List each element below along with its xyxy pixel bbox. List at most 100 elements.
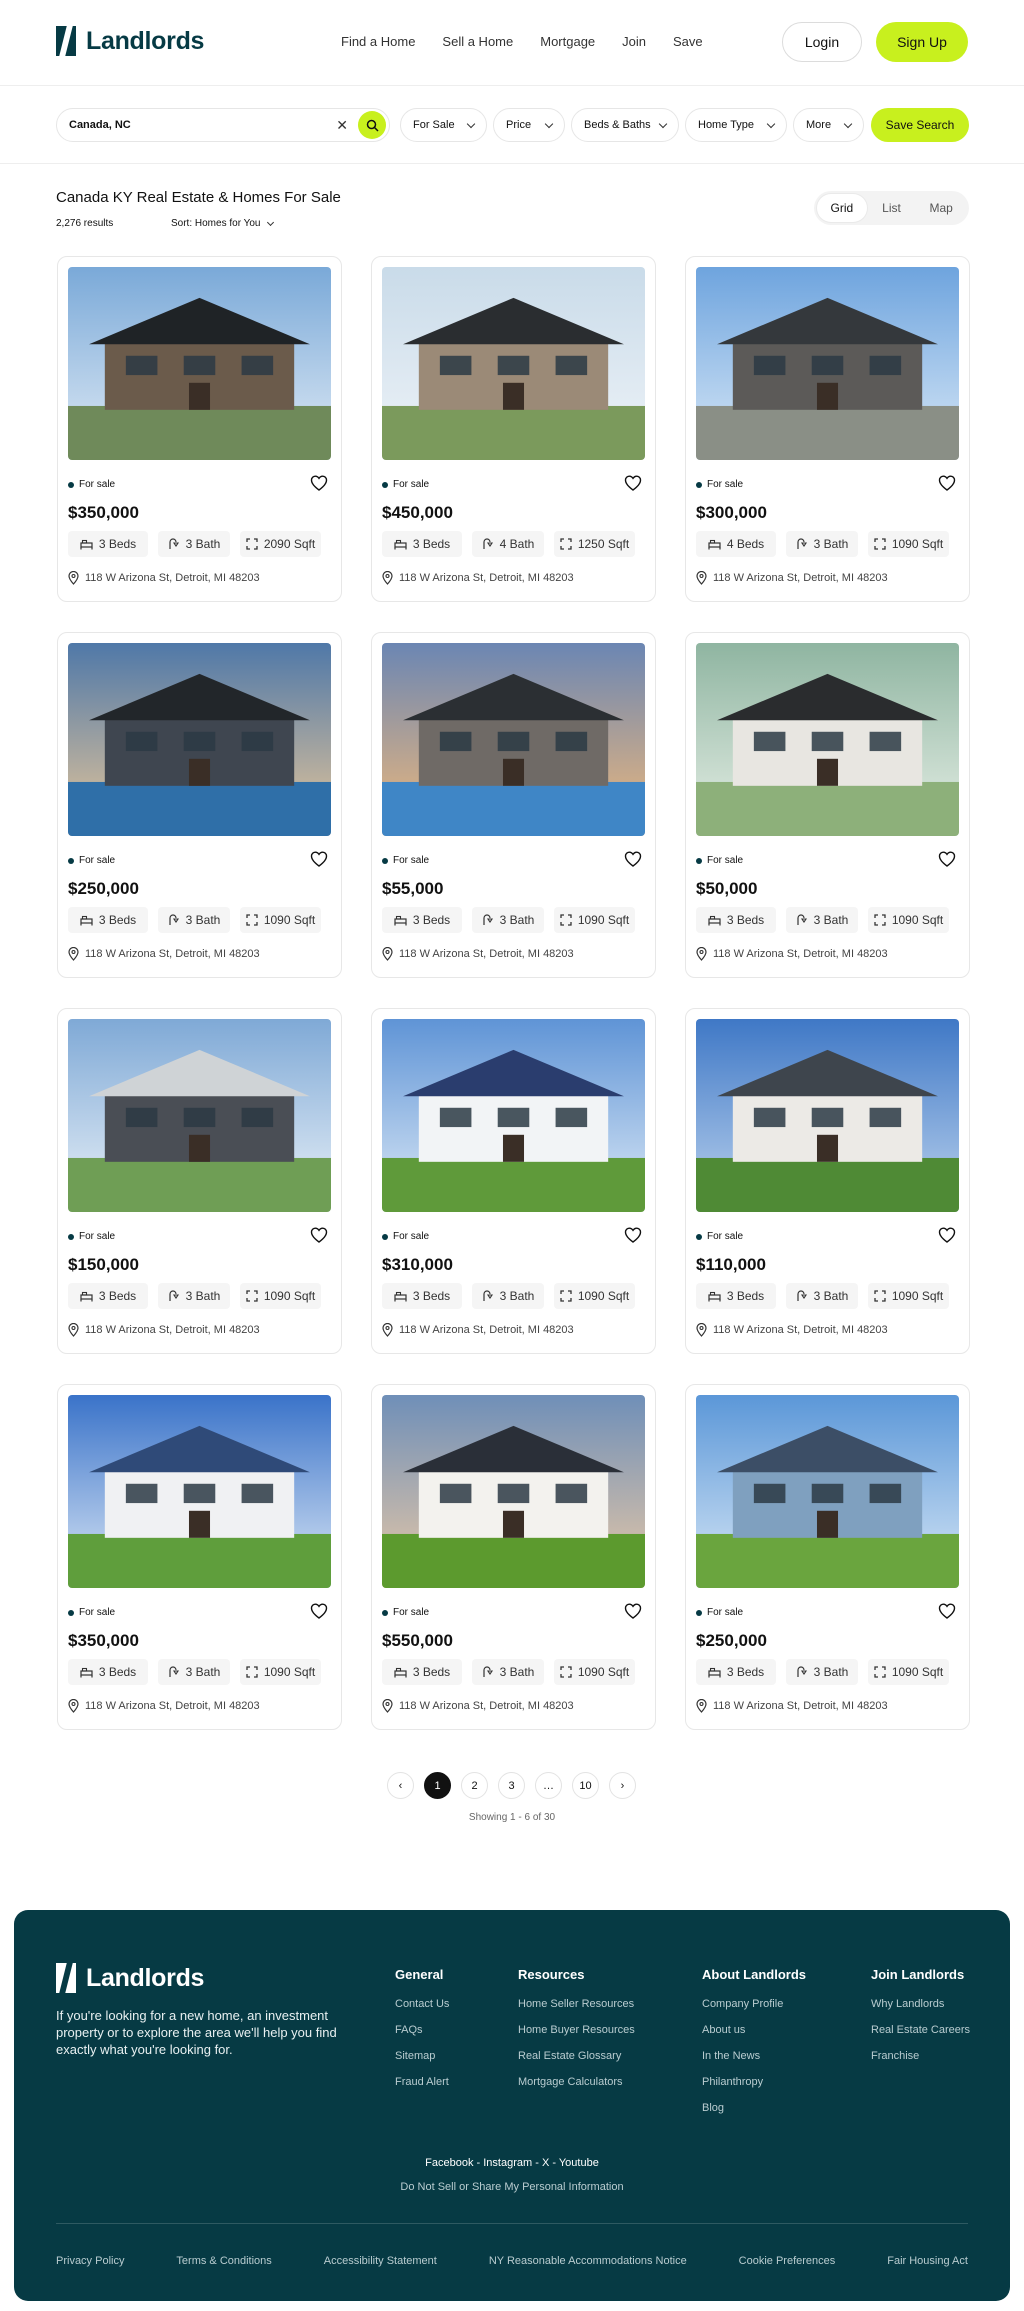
sort-dropdown[interactable]: Sort: Homes for You [171, 218, 274, 229]
listing-card[interactable]: For sale $350,000 3 Beds 3 Bath 2090 Sqft 118… [57, 256, 342, 602]
legal-link-accessibility[interactable]: Accessibility Statement [324, 2255, 437, 2267]
footer-link[interactable]: Home Buyer Resources [518, 2024, 635, 2036]
filter-price[interactable]: Price [493, 108, 565, 142]
footer-link[interactable]: Contact Us [395, 1998, 449, 2010]
listing-card[interactable]: For sale $450,000 3 Beds 4 Bath 1250 Sqft 118… [371, 256, 656, 602]
listing-photo[interactable] [68, 267, 331, 460]
view-list-tab[interactable]: List [867, 194, 917, 222]
listing-photo[interactable] [696, 1395, 959, 1588]
heart-icon[interactable] [623, 1225, 643, 1245]
spec-beds: 3 Beds [382, 1659, 462, 1685]
legal-link-fair-housing[interactable]: Fair Housing Act [887, 2255, 968, 2267]
listing-photo[interactable] [382, 1395, 645, 1588]
listing-photo[interactable] [382, 643, 645, 836]
footer-link[interactable]: Sitemap [395, 2050, 449, 2062]
footer-do-not-sell-link[interactable]: Do Not Sell or Share My Personal Informa… [14, 2181, 1010, 2193]
status-badge: For sale [68, 479, 115, 490]
heart-icon[interactable] [623, 1601, 643, 1621]
footer-link[interactable]: FAQs [395, 2024, 449, 2036]
filter-for-sale[interactable]: For Sale [400, 108, 487, 142]
legal-link-terms[interactable]: Terms & Conditions [176, 2255, 271, 2267]
nav-mortgage[interactable]: Mortgage [540, 34, 595, 49]
footer-link[interactable]: Mortgage Calculators [518, 2076, 635, 2088]
page-10-button[interactable]: 10 [572, 1772, 599, 1799]
footer-social-links[interactable]: Facebook - Instagram - X - Youtube [14, 2157, 1010, 2169]
listing-card[interactable]: For sale $250,000 3 Beds 3 Bath 1090 Sqft 118… [685, 1384, 970, 1730]
listing-photo[interactable] [382, 1019, 645, 1212]
logo[interactable]: Landlords [56, 26, 204, 56]
close-icon[interactable]: ✕ [336, 117, 348, 134]
spec-beds: 3 Beds [696, 907, 776, 933]
heart-icon[interactable] [623, 473, 643, 493]
nav-sell-a-home[interactable]: Sell a Home [442, 34, 513, 49]
chevron-left-icon[interactable]: ‹ [387, 1772, 414, 1799]
footer-link[interactable]: Fraud Alert [395, 2076, 449, 2088]
heart-icon[interactable] [309, 849, 329, 869]
listing-card[interactable]: For sale $150,000 3 Beds 3 Bath 1090 Sqft 118… [57, 1008, 342, 1354]
listing-photo[interactable] [696, 267, 959, 460]
save-search-button[interactable]: Save Search [871, 108, 969, 142]
heart-icon[interactable] [937, 849, 957, 869]
footer-link[interactable]: Philanthropy [702, 2076, 806, 2088]
signup-button[interactable]: Sign Up [876, 22, 968, 62]
nav-save[interactable]: Save [673, 34, 703, 49]
heart-icon[interactable] [309, 473, 329, 493]
listing-photo[interactable] [68, 643, 331, 836]
footer-link[interactable]: Real Estate Glossary [518, 2050, 635, 2062]
listing-card[interactable]: For sale $310,000 3 Beds 3 Bath 1090 Sqft 118… [371, 1008, 656, 1354]
nav-join[interactable]: Join [622, 34, 646, 49]
filter-beds-baths[interactable]: Beds & Baths [571, 108, 679, 142]
search-icon[interactable] [358, 111, 386, 139]
view-grid-tab[interactable]: Grid [817, 194, 867, 222]
listing-card[interactable]: For sale $110,000 3 Beds 3 Bath 1090 Sqft 118… [685, 1008, 970, 1354]
footer-link[interactable]: In the News [702, 2050, 806, 2062]
heart-icon[interactable] [623, 849, 643, 869]
listing-photo[interactable] [382, 267, 645, 460]
footer-link[interactable]: Franchise [871, 2050, 970, 2062]
page-2-button[interactable]: 2 [461, 1772, 488, 1799]
spec-value: 2090 Sqft [263, 537, 316, 551]
listing-photo[interactable] [696, 643, 959, 836]
spec-value: 4 Beds [726, 537, 765, 551]
listing-card[interactable]: For sale $550,000 3 Beds 3 Bath 1090 Sqft 118… [371, 1384, 656, 1730]
legal-link-ny-notice[interactable]: NY Reasonable Accommodations Notice [489, 2255, 687, 2267]
listing-photo[interactable] [68, 1395, 331, 1588]
page-1-button[interactable]: 1 [424, 1772, 451, 1799]
listing-card[interactable]: For sale $50,000 3 Beds 3 Bath 1090 Sqft 118 … [685, 632, 970, 978]
heart-icon[interactable] [937, 1601, 957, 1621]
legal-link-cookies[interactable]: Cookie Preferences [739, 2255, 836, 2267]
heart-icon[interactable] [937, 1225, 957, 1245]
heart-icon[interactable] [937, 473, 957, 493]
footer-link[interactable]: Blog [702, 2102, 806, 2114]
listing-card[interactable]: For sale $350,000 3 Beds 3 Bath 1090 Sqft 118… [57, 1384, 342, 1730]
results-count: 2,276 results [56, 218, 114, 229]
filter-home-type[interactable]: Home Type [685, 108, 787, 142]
footer-link[interactable]: Company Profile [702, 1998, 806, 2010]
search-input[interactable]: Canada, NC ✕ [56, 108, 390, 142]
listing-card[interactable]: For sale $300,000 4 Beds 3 Bath 1090 Sqft 118… [685, 256, 970, 602]
heart-icon[interactable] [309, 1225, 329, 1245]
heart-icon[interactable] [309, 1601, 329, 1621]
login-button[interactable]: Login [782, 22, 862, 62]
footer-link[interactable]: Home Seller Resources [518, 1998, 635, 2010]
nav-find-a-home[interactable]: Find a Home [341, 34, 415, 49]
search-value[interactable]: Canada, NC [69, 119, 336, 131]
view-map-tab[interactable]: Map [916, 194, 966, 222]
chevron-right-icon[interactable]: › [609, 1772, 636, 1799]
footer-link[interactable]: Why Landlords [871, 1998, 970, 2010]
footer-link[interactable]: About us [702, 2024, 806, 2036]
legal-link-privacy[interactable]: Privacy Policy [56, 2255, 124, 2267]
spec-value: 3 Beds [726, 1289, 765, 1303]
listing-card[interactable]: For sale $250,000 3 Beds 3 Bath 1090 Sqft 118… [57, 632, 342, 978]
page-3-button[interactable]: 3 [498, 1772, 525, 1799]
listing-photo[interactable] [68, 1019, 331, 1212]
status-badge: For sale [382, 855, 429, 866]
filter-more[interactable]: More [793, 108, 864, 142]
footer-link[interactable]: Real Estate Careers [871, 2024, 970, 2036]
listing-card[interactable]: For sale $55,000 3 Beds 3 Bath 1090 Sqft 118 … [371, 632, 656, 978]
page-ellipsis[interactable]: … [535, 1772, 562, 1799]
spec-beds: 3 Beds [696, 1283, 776, 1309]
listing-photo[interactable] [696, 1019, 959, 1212]
footer-logo[interactable]: Landlords [56, 1963, 204, 1993]
listing-address: 118 W Arizona St, Detroit, MI 48203 [68, 1699, 260, 1713]
